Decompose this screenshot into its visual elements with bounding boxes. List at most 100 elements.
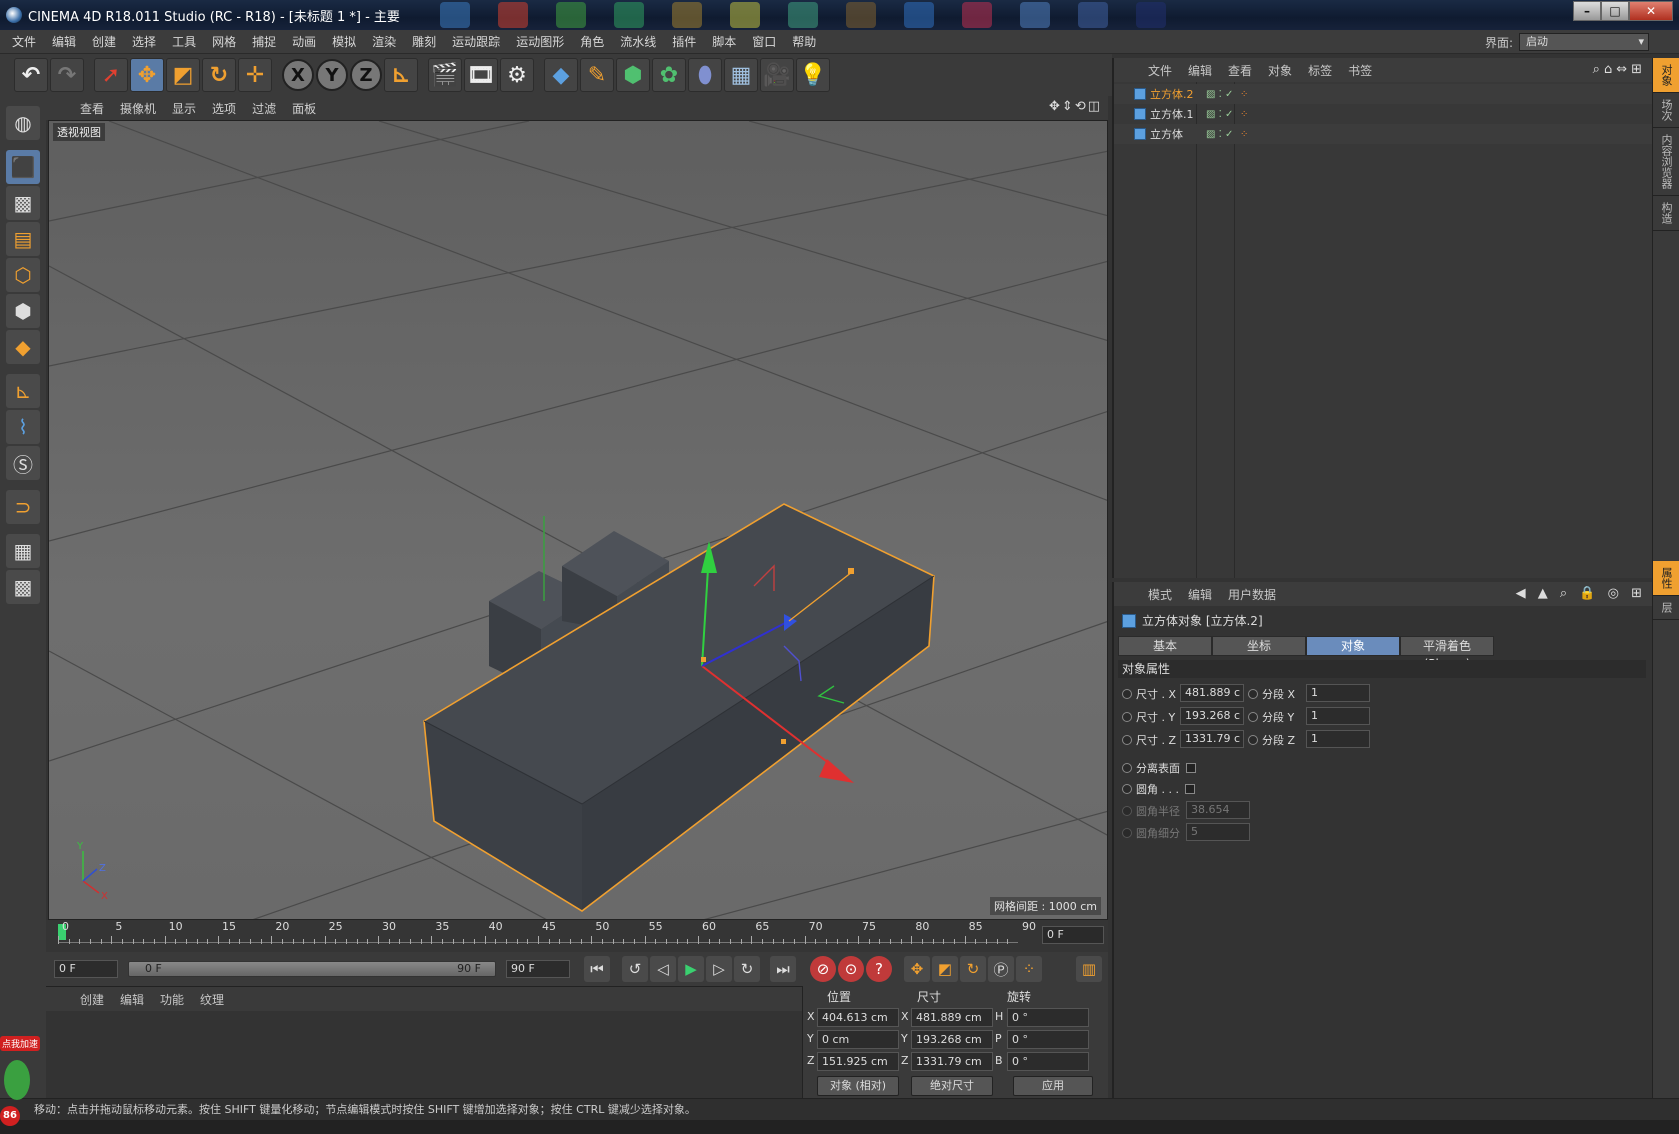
obj-menu-tags[interactable]: 标签 [1300,62,1340,79]
visibility-flags-icon[interactable]: ▨ ⁚ ✓ [1206,129,1233,140]
obj-menu-view[interactable]: 查看 [1220,62,1260,79]
menu-snap[interactable]: 捕捉 [244,33,284,50]
rotation-h-field[interactable]: 0 ° [1007,1008,1089,1027]
separate-surfaces-checkbox[interactable] [1186,763,1196,773]
previous-key-icon[interactable]: ↺ [622,956,648,982]
taskbar-app-icon[interactable] [672,2,702,28]
deformer-icon[interactable]: ⬮ [688,58,722,92]
animate-radio[interactable] [1122,735,1132,745]
y-axis-lock-icon[interactable]: Y [316,59,348,91]
redo-icon[interactable]: ↷ [50,58,84,92]
texture-mode-icon[interactable]: ▩ [6,186,40,220]
record-point-level-icon[interactable]: ⁘ [1016,956,1042,982]
obj-menu-file[interactable]: 文件 [1140,62,1180,79]
segments-y-input[interactable]: 1 [1306,707,1370,725]
menu-tools[interactable]: 工具 [164,33,204,50]
position-z-field[interactable]: 151.925 cm [817,1052,899,1071]
record-rotation-icon[interactable]: ↻ [960,956,986,982]
workplane-mode-icon[interactable]: ▤ [6,222,40,256]
visibility-flags-icon[interactable]: ▨ ⁚ ✓ [1206,109,1233,120]
viewport-menu-panel[interactable]: 面板 [284,100,324,117]
snap-icon[interactable]: ⊃ [6,490,40,524]
attr-menu-user-data[interactable]: 用户数据 [1220,586,1284,603]
side-tab-objects[interactable]: 对象 [1653,58,1679,93]
points-mode-icon[interactable]: ⬡ [6,258,40,292]
size-z-field[interactable]: 1331.79 cm [911,1052,993,1071]
size-x-field[interactable]: 481.889 cm [911,1008,993,1027]
axis-mode-icon[interactable]: ⊾ [6,374,40,408]
attribute-nav-icons[interactable]: ◀ ▲ ⌕ 🔒 ◎ ⊞ [1516,586,1646,601]
menu-create[interactable]: 创建 [84,33,124,50]
end-frame-field[interactable]: 90 F [506,960,570,978]
menu-sculpt[interactable]: 雕刻 [404,33,444,50]
animate-radio[interactable] [1122,712,1132,722]
menu-animate[interactable]: 动画 [284,33,324,50]
speedup-badge[interactable]: 点我加速 86 [0,1030,48,1130]
object-row[interactable]: 立方体.2 ▨ ⁚ ✓ ⁘ [1114,84,1652,104]
side-tab-attributes[interactable]: 属性 [1653,561,1679,596]
animate-radio[interactable] [1248,712,1258,722]
animate-radio[interactable] [1122,689,1132,699]
position-x-field[interactable]: 404.613 cm [817,1008,899,1027]
viewport-menu-camera[interactable]: 摄像机 [112,100,164,117]
render-picture-viewer-icon[interactable]: 🎞 [464,58,498,92]
polygons-mode-icon[interactable]: ◆ [6,330,40,364]
material-menu-create[interactable]: 创建 [72,991,112,1008]
material-menu-function[interactable]: 功能 [152,991,192,1008]
viewport-menu-filter[interactable]: 过滤 [244,100,284,117]
animate-radio[interactable] [1248,735,1258,745]
record-position-icon[interactable]: ✥ [904,956,930,982]
attr-menu-edit[interactable]: 编辑 [1180,586,1220,603]
menu-pipeline[interactable]: 流水线 [612,33,664,50]
object-row[interactable]: 立方体.1 ▨ ⁚ ✓ ⁘ [1114,104,1652,124]
cube-primitive-icon[interactable]: ◆ [544,58,578,92]
record-scale-icon[interactable]: ◩ [932,956,958,982]
autokeying-icon[interactable]: ⊙ [838,956,864,982]
object-row[interactable]: 立方体 ▨ ⁚ ✓ ⁘ [1114,124,1652,144]
timeline-ticks[interactable]: 0 5 10 15 20 25 30 35 40 45 50 55 60 65 70 75 80 85 90 [58,920,1038,950]
workplane-lock-icon[interactable]: ▦ [6,534,40,568]
taskbar-app-icon[interactable] [440,2,470,28]
edges-mode-icon[interactable]: ⬢ [6,294,40,328]
object-name[interactable]: 立方体.2 [1150,86,1194,102]
next-key-icon[interactable]: ↻ [734,956,760,982]
camera-icon[interactable]: 🎥 [760,58,794,92]
menu-script[interactable]: 脚本 [704,33,744,50]
taskbar-app-icon[interactable] [1078,2,1108,28]
menu-edit[interactable]: 编辑 [44,33,84,50]
menu-mesh[interactable]: 网格 [204,33,244,50]
undo-icon[interactable]: ↶ [14,58,48,92]
phong-tag-icon[interactable]: ⁘ [1240,89,1248,100]
material-menu-texture[interactable]: 纹理 [192,991,232,1008]
fillet-checkbox[interactable] [1184,784,1195,794]
animate-radio[interactable] [1122,784,1132,794]
obj-menu-bookmarks[interactable]: 书签 [1340,62,1380,79]
record-parameter-icon[interactable]: Ⓟ [988,956,1014,982]
object-name[interactable]: 立方体.1 [1150,106,1194,122]
size-mode-select[interactable]: 绝对尺寸 [911,1076,993,1096]
tab-object[interactable]: 对象 [1306,636,1400,656]
viewport-navigation-icons[interactable]: ✥⇕⟲◫ [1049,99,1102,114]
visibility-flags-icon[interactable]: ▨ ⁚ ✓ [1206,89,1233,100]
scene-canvas[interactable]: Y Z X [49,121,1108,920]
menu-render[interactable]: 渲染 [364,33,404,50]
viewport-menu-display[interactable]: 显示 [164,100,204,117]
menu-window[interactable]: 窗口 [744,33,784,50]
start-frame-field[interactable]: 0 F [54,960,118,978]
maximize-button[interactable]: □ [1601,1,1629,21]
render-settings-icon[interactable]: ⚙ [500,58,534,92]
side-tab-layers[interactable]: 层 [1653,596,1679,620]
size-y-field[interactable]: 193.268 cm [911,1030,993,1049]
go-to-start-icon[interactable]: ⏮ [584,956,610,982]
animate-radio[interactable] [1248,689,1258,699]
perspective-viewport[interactable]: Y Z X 透视视图 网格间距 : 1000 cm [48,120,1108,920]
interface-layout-select[interactable]: 启动 [1519,33,1649,51]
taskbar-app-icon[interactable] [1020,2,1050,28]
tab-phong[interactable]: 平滑着色(Phong) [1400,636,1494,671]
taskbar-app-icon[interactable] [730,2,760,28]
attr-menu-mode[interactable]: 模式 [1140,586,1180,603]
segments-z-input[interactable]: 1 [1306,730,1370,748]
menu-character[interactable]: 角色 [572,33,612,50]
viewport-menu-options[interactable]: 选项 [204,100,244,117]
coordinate-system-icon[interactable]: ⊾ [384,58,418,92]
